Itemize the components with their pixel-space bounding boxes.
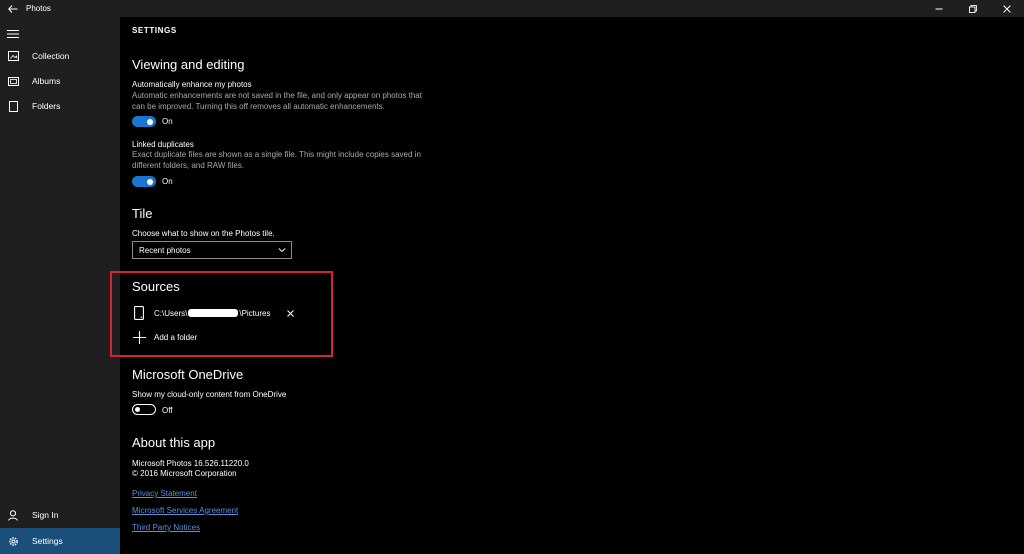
enhance-toggle-state: On [162, 117, 173, 126]
folders-icon [0, 93, 26, 119]
onedrive-toggle-state: Off [162, 406, 173, 415]
back-arrow-icon[interactable] [0, 0, 26, 17]
services-agreement-link[interactable]: Microsoft Services Agreement [132, 506, 238, 515]
app-copyright: © 2016 Microsoft Corporation [132, 469, 237, 478]
sources-highlight-box [110, 271, 333, 357]
section-title-onedrive: Microsoft OneDrive [132, 367, 244, 382]
sidebar-item-collection[interactable]: Collection [0, 43, 120, 69]
app-version: Microsoft Photos 16.526.11220.0 [132, 459, 249, 468]
sidebar: Collection Albums Folders Sign In Settin… [0, 17, 120, 554]
section-title-about: About this app [132, 435, 216, 450]
person-icon [0, 502, 26, 528]
onedrive-toggle[interactable] [132, 404, 156, 415]
tile-label: Choose what to show on the Photos tile. [132, 229, 275, 238]
sidebar-item-label: Folders [32, 101, 61, 111]
chevron-down-icon [278, 248, 286, 253]
minimize-icon [935, 8, 943, 9]
restore-icon [969, 4, 977, 13]
onedrive-label: Show my cloud-only content from OneDrive [132, 390, 287, 399]
tile-dropdown-value: Recent photos [139, 245, 191, 255]
section-title-viewing: Viewing and editing [132, 57, 245, 72]
gear-icon [0, 528, 26, 554]
duplicates-toggle[interactable] [132, 176, 156, 187]
enhance-toggle[interactable] [132, 116, 156, 127]
enhance-description: Automatic enhancements are not saved in … [132, 91, 422, 111]
restore-button[interactable] [956, 0, 990, 17]
sidebar-item-folders[interactable]: Folders [0, 93, 120, 119]
sidebar-item-settings[interactable]: Settings [0, 528, 120, 554]
close-icon [1003, 4, 1011, 13]
section-title-tile: Tile [132, 206, 153, 221]
enhance-label: Automatically enhance my photos [132, 80, 252, 89]
sidebar-item-albums[interactable]: Albums [0, 68, 120, 94]
albums-icon [0, 68, 26, 94]
tile-dropdown[interactable]: Recent photos [132, 241, 292, 259]
page-title: SETTINGS [132, 26, 177, 35]
duplicates-toggle-state: On [162, 177, 173, 186]
close-button[interactable] [990, 0, 1024, 17]
collection-icon [0, 43, 26, 69]
window-title: Photos [26, 4, 51, 13]
minimize-button[interactable] [922, 0, 956, 17]
sidebar-item-label: Albums [32, 76, 61, 86]
third-party-notices-link[interactable]: Third Party Notices [132, 523, 200, 532]
sidebar-item-label: Settings [32, 536, 63, 546]
duplicates-label: Linked duplicates [132, 140, 194, 149]
sidebar-item-sign-in[interactable]: Sign In [0, 502, 120, 528]
hamburger-icon[interactable] [7, 26, 19, 38]
title-bar: Photos [0, 0, 1024, 17]
privacy-statement-link[interactable]: Privacy Statement [132, 489, 197, 498]
duplicates-description: Exact duplicate files are shown as a sin… [132, 150, 421, 170]
sidebar-item-label: Collection [32, 51, 70, 61]
sidebar-item-label: Sign In [32, 510, 59, 520]
